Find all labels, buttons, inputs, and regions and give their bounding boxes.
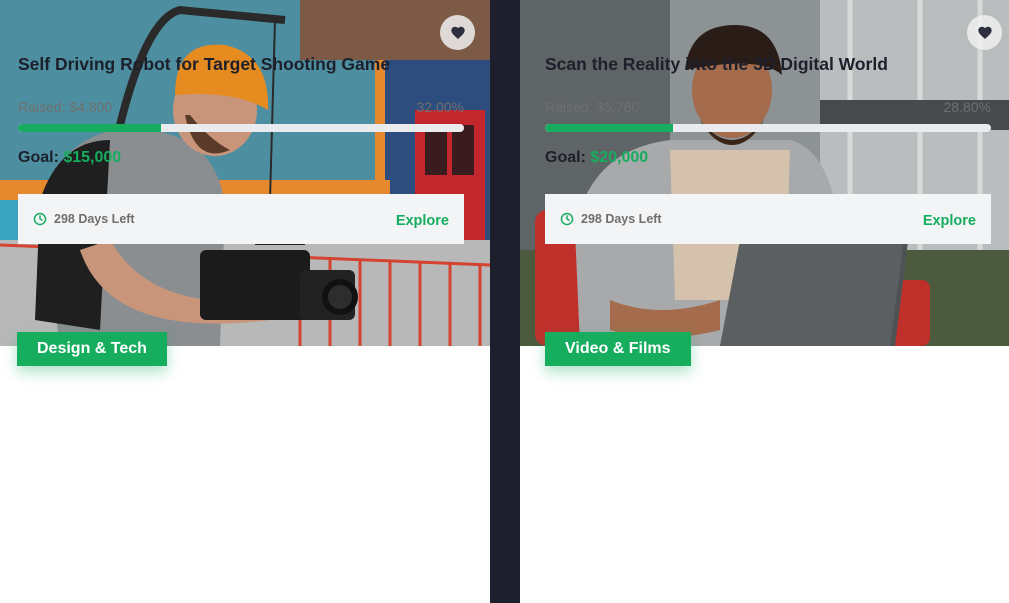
raised-label: Raised:	[18, 99, 66, 115]
progress-fill	[545, 124, 674, 132]
raised-amount: $4,800	[69, 99, 113, 115]
explore-link[interactable]: Explore	[396, 213, 449, 229]
explore-link[interactable]: Explore	[923, 213, 976, 229]
favorite-button[interactable]	[967, 15, 1002, 50]
progress-percent: 32.00%	[416, 99, 464, 115]
goal-text: Goal: $15,000	[18, 149, 121, 167]
days-left: 298 Days Left	[33, 212, 135, 226]
campaign-card: Video & Films Scan the Reality into the …	[520, 0, 1009, 603]
progress-bar	[545, 124, 991, 132]
campaign-image[interactable]	[0, 0, 490, 346]
days-left-text: 298 Days Left	[581, 212, 662, 226]
raised-label: Raised:	[545, 99, 593, 115]
days-left-text: 298 Days Left	[54, 212, 135, 226]
category-tag[interactable]: Design & Tech	[17, 332, 167, 366]
goal-label: Goal:	[545, 149, 586, 166]
campaign-title[interactable]: Self Driving Robot for Target Shooting G…	[18, 54, 390, 75]
card-footer: 298 Days Left Explore	[18, 194, 464, 244]
cameraman-photo	[0, 0, 490, 346]
campaign-image[interactable]	[520, 0, 1009, 346]
raised-row: Raised: $5,760 28.80%	[545, 99, 991, 115]
progress-percent: 28.80%	[943, 99, 991, 115]
favorite-button[interactable]	[440, 15, 475, 50]
progress-bar	[18, 124, 464, 132]
card-footer: 298 Days Left Explore	[545, 194, 991, 244]
progress-fill	[18, 124, 161, 132]
goal-label: Goal:	[18, 149, 59, 166]
campaign-title[interactable]: Scan the Reality into the 3D Digital Wor…	[545, 54, 888, 75]
goal-amount: $20,000	[590, 149, 649, 166]
heart-icon	[977, 26, 992, 39]
days-left: 298 Days Left	[560, 212, 662, 226]
raised-text: Raised: $5,760	[545, 99, 639, 115]
raised-row: Raised: $4,800 32.00%	[18, 99, 464, 115]
heart-icon	[450, 26, 465, 39]
category-tag[interactable]: Video & Films	[545, 332, 691, 366]
clock-icon	[560, 212, 574, 226]
raised-text: Raised: $4,800	[18, 99, 112, 115]
goal-text: Goal: $20,000	[545, 149, 648, 167]
campaign-card: Design & Tech Self Driving Robot for Tar…	[0, 0, 490, 603]
laptop-user-photo	[520, 0, 1009, 346]
goal-amount: $15,000	[63, 149, 122, 166]
raised-amount: $5,760	[596, 99, 640, 115]
clock-icon	[33, 212, 47, 226]
